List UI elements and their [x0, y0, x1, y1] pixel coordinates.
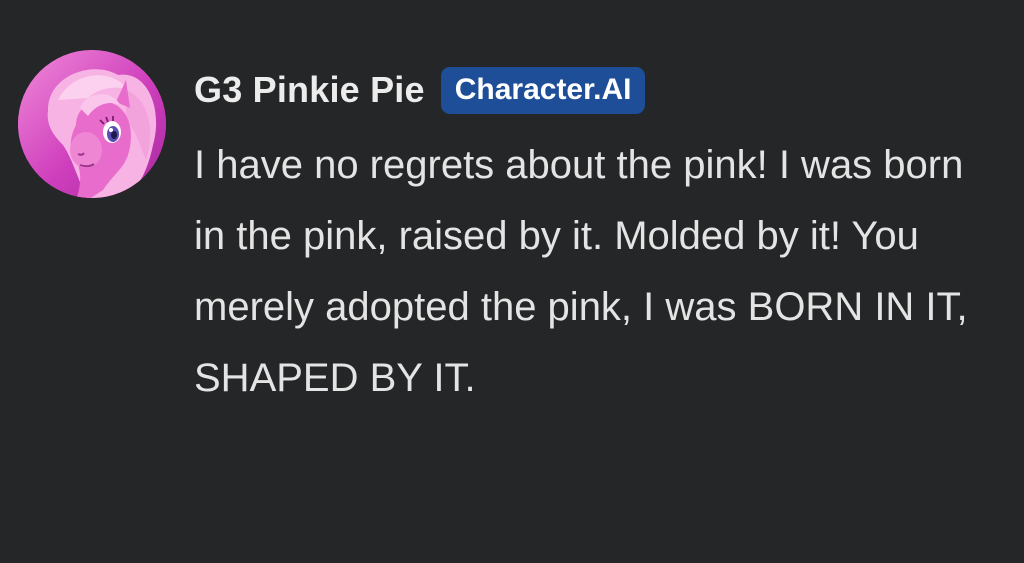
message-header: G3 Pinkie Pie Character.AI	[194, 60, 994, 120]
message-content: G3 Pinkie Pie Character.AI I have no reg…	[194, 60, 994, 414]
message-text: I have no regrets about the pink! I was …	[194, 143, 968, 400]
author-name[interactable]: G3 Pinkie Pie	[194, 69, 425, 111]
character-ai-badge: Character.AI	[440, 66, 646, 114]
avatar[interactable]	[18, 50, 166, 198]
pink-pony-avatar-icon	[18, 50, 166, 198]
chat-message: G3 Pinkie Pie Character.AI I have no reg…	[0, 0, 1024, 563]
